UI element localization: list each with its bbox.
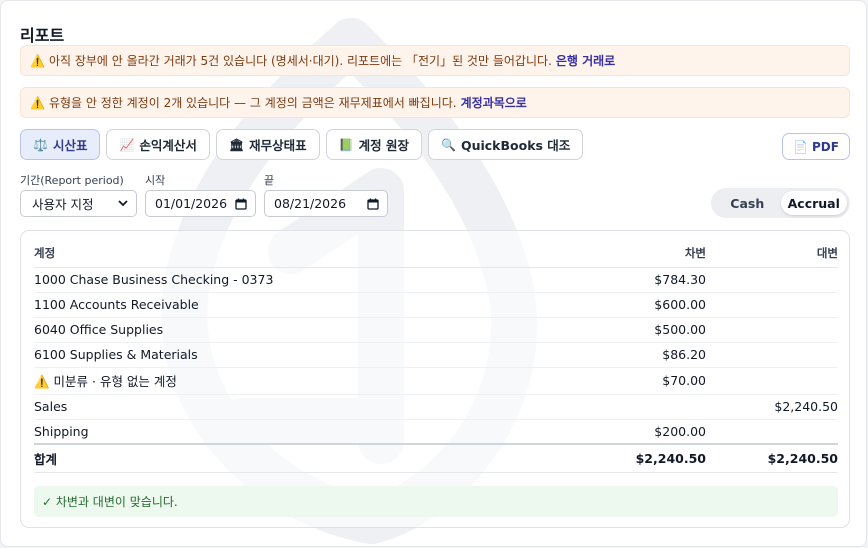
trial-balance-card: 계정 차변 대변 1000 Chase Business Checking - …	[20, 230, 850, 528]
report-tabs: ⚖️ 시산표 📈 손익계산서 🏛 재무상태표 📗 계정 원장 🔍 QuickBo…	[20, 129, 584, 160]
debit-cell: $600.00	[554, 292, 706, 318]
green-book-icon: 📗	[338, 137, 354, 152]
start-date-value: 01/01/2026	[155, 196, 228, 211]
account-cell: 6100 Supplies & Materials	[34, 342, 554, 368]
end-date-value: 08/21/2026	[274, 196, 347, 211]
period-label: 기간(Report period)	[20, 174, 124, 187]
banner-text: 아직 장부에 안 올라간 거래가 5건 있습니다 (명세서·대기). 리포트에는…	[48, 54, 552, 68]
debit-cell: $200.00	[554, 419, 706, 445]
trial-balance-table: 계정 차변 대변 1000 Chase Business Checking - …	[34, 240, 838, 473]
tab-income-statement[interactable]: 📈 손익계산서	[106, 129, 210, 160]
chart-up-icon: 📈	[119, 137, 135, 152]
report-period-select[interactable]: 사용자 지정	[20, 190, 137, 217]
page-title: 리포트	[20, 26, 65, 45]
start-date-input[interactable]: 01/01/2026	[145, 190, 256, 217]
start-date-label: 시작	[145, 174, 166, 187]
total-debit: $2,240.50	[554, 443, 706, 473]
document-icon: 📄	[793, 139, 808, 154]
column-header-account: 계정	[34, 240, 554, 268]
bank-transactions-link[interactable]: 은행 거래로	[556, 52, 615, 69]
chart-of-accounts-link[interactable]: 계정과목으로	[461, 94, 527, 111]
tab-label: 재무상태표	[249, 138, 307, 153]
credit-cell	[706, 267, 838, 293]
table-header-row: 계정 차변 대변	[34, 240, 838, 268]
table-row[interactable]: 1100 Accounts Receivable $600.00	[34, 292, 838, 318]
table-row[interactable]: 1000 Chase Business Checking - 0373 $784…	[34, 267, 838, 293]
account-cell: 1100 Accounts Receivable	[34, 292, 554, 318]
debit-cell: $500.00	[554, 317, 706, 343]
tab-balance-sheet[interactable]: 🏛 재무상태표	[215, 129, 320, 160]
table-row[interactable]: 6040 Office Supplies $500.00	[34, 317, 838, 343]
balance-check-text: ✓ 차변과 대변이 맞습니다.	[42, 495, 178, 509]
calendar-icon[interactable]	[367, 198, 379, 210]
balance-check-banner: ✓ 차변과 대변이 맞습니다.	[34, 486, 838, 517]
debit-cell: $86.20	[554, 342, 706, 368]
account-cell: 1000 Chase Business Checking - 0373	[34, 267, 554, 293]
untyped-accounts-banner: ⚠️ 유형을 안 정한 계정이 2개 있습니다 — 그 계정의 금액은 재무제표…	[20, 87, 850, 118]
accounting-basis-toggle: Cash Accrual	[711, 188, 850, 218]
table-row[interactable]: ⚠️ 미분류 · 유형 없는 계정 $70.00	[34, 367, 838, 395]
account-cell: Shipping	[34, 419, 554, 445]
balance-scale-icon: ⚖️	[33, 137, 48, 152]
end-date-input[interactable]: 08/21/2026	[264, 190, 388, 217]
basis-option-accrual[interactable]: Accrual	[780, 191, 847, 215]
tab-general-ledger[interactable]: 📗 계정 원장	[325, 129, 422, 160]
table-row[interactable]: Shipping $200.00	[34, 419, 838, 445]
debit-cell	[554, 394, 706, 420]
credit-cell	[706, 419, 838, 445]
total-credit: $2,240.50	[706, 443, 838, 473]
total-row: 합계 $2,240.50 $2,240.50	[34, 443, 838, 473]
tab-label: QuickBooks 대조	[460, 138, 571, 153]
credit-cell	[706, 342, 838, 368]
end-date-label: 끝	[264, 174, 275, 187]
column-header-credit: 대변	[706, 240, 838, 268]
column-header-debit: 차변	[554, 240, 706, 268]
report-period-value: 사용자 지정	[32, 197, 94, 212]
magnifier-icon: 🔍	[441, 137, 456, 152]
tab-label: 손익계산서	[139, 138, 197, 153]
account-cell: 6040 Office Supplies	[34, 317, 554, 343]
debit-cell: $70.00	[554, 367, 706, 395]
debit-cell: $784.30	[554, 267, 706, 293]
calendar-icon[interactable]	[235, 198, 247, 210]
tab-label: 시산표	[52, 138, 88, 153]
credit-cell	[706, 292, 838, 318]
pdf-export-button[interactable]: 📄 PDF	[782, 133, 850, 160]
banner-text: 유형을 안 정한 계정이 2개 있습니다 — 그 계정의 금액은 재무제표에서 …	[48, 96, 457, 110]
account-cell: ⚠️ 미분류 · 유형 없는 계정	[34, 367, 554, 395]
credit-cell: $2,240.50	[706, 394, 838, 420]
table-row[interactable]: Sales $2,240.50	[34, 394, 838, 420]
account-cell: Sales	[34, 394, 554, 420]
tab-label: 계정 원장	[358, 138, 409, 153]
pdf-button-label: PDF	[812, 139, 839, 154]
pending-transactions-banner: ⚠️ 아직 장부에 안 올라간 거래가 5건 있습니다 (명세서·대기). 리포…	[20, 45, 850, 76]
tab-trial-balance[interactable]: ⚖️ 시산표	[20, 129, 101, 160]
basis-option-cash[interactable]: Cash	[714, 191, 781, 215]
reports-panel: 리포트 ⚠️ 아직 장부에 안 올라간 거래가 5건 있습니다 (명세서·대기)…	[0, 0, 867, 547]
credit-cell	[706, 367, 838, 395]
bank-building-icon: 🏛	[228, 137, 245, 152]
table-row[interactable]: 6100 Supplies & Materials $86.20	[34, 342, 838, 368]
chevron-down-icon	[118, 200, 128, 207]
credit-cell	[706, 317, 838, 343]
tab-quickbooks-reconcile[interactable]: 🔍 QuickBooks 대조	[428, 129, 584, 160]
total-label: 합계	[34, 443, 554, 473]
warning-icon: ⚠️	[30, 95, 45, 110]
warning-icon: ⚠️	[30, 53, 45, 68]
